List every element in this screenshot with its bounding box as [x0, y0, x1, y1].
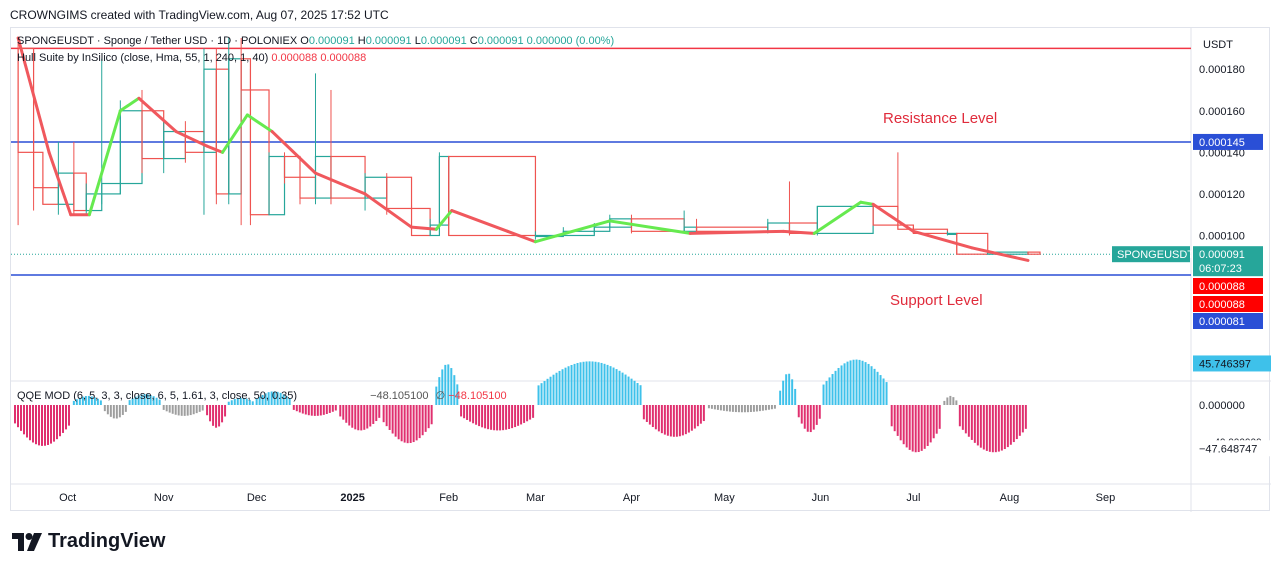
- time-axis-label: Nov: [154, 492, 174, 504]
- ohlc-open: 0.000091: [308, 35, 355, 47]
- symbol-line[interactable]: SPONGEUSDT · Sponge / Tether USD · 1D · …: [17, 35, 297, 47]
- qqe-legend[interactable]: QQE MOD (6, 5, 3, 3, close, 6, 5, 1.61, …: [17, 389, 507, 402]
- ohlc-high: 0.000091: [365, 35, 412, 47]
- time-axis-label: Feb: [439, 492, 458, 504]
- qqe-bottom-tag: −47.648747: [1199, 443, 1257, 455]
- hull-segment: [434, 209, 454, 231]
- candle-body: [816, 205, 874, 235]
- resistance-price-tag: 0.000145: [1199, 137, 1245, 149]
- qqe-zero-label: 0.000000: [1199, 400, 1245, 412]
- symbol-tag: SPONGEUSDT: [1117, 249, 1194, 261]
- hull-segment: [221, 113, 249, 154]
- candle-body: [946, 232, 958, 236]
- hull-segment: [450, 209, 510, 233]
- candle-body: [410, 207, 431, 237]
- hull-segment: [87, 109, 122, 217]
- hull-segment: [174, 130, 209, 148]
- support-annotation: Support Level: [890, 292, 983, 309]
- time-axis-label: Oct: [59, 492, 76, 504]
- chart-credit: CROWNGIMS created with TradingView.com, …: [10, 8, 389, 22]
- candle-body: [215, 68, 230, 195]
- price-tick-label: 0.000180: [1199, 64, 1245, 76]
- candle-body: [203, 68, 217, 153]
- symbol-legend[interactable]: SPONGEUSDT · Sponge / Tether USD · 1D · …: [17, 35, 614, 47]
- candle-body: [42, 187, 59, 205]
- candle-body: [119, 110, 143, 185]
- hull-segment: [137, 96, 178, 134]
- ohlc-open-label: O: [300, 35, 309, 47]
- ohlc-close: 0.000091: [477, 35, 524, 47]
- candle-body: [299, 176, 317, 199]
- candle-body: [683, 226, 698, 232]
- time-axis-label: Jun: [812, 492, 830, 504]
- tradingview-logo[interactable]: TradingView: [12, 530, 165, 553]
- price-axis-currency: USDT: [1203, 39, 1233, 51]
- time-axis-label: Aug: [1000, 492, 1020, 504]
- price-tick-label: 0.000160: [1199, 106, 1245, 118]
- tradingview-brand: TradingView: [48, 530, 166, 552]
- hull-segment: [47, 150, 73, 217]
- hull-price-tag-a: 0.000088: [1199, 281, 1245, 293]
- ohlc-low: 0.000091: [420, 35, 467, 47]
- hull-segment: [270, 130, 317, 175]
- hull-legend-title[interactable]: Hull Suite by InSilico (close, Hma, 55, …: [17, 52, 268, 64]
- qqe-legend-title[interactable]: QQE MOD (6, 5, 3, 3, close, 6, 5, 1.61, …: [17, 390, 297, 402]
- time-axis-label: May: [714, 492, 735, 504]
- qqe-legend-value-2: −48.105100: [448, 390, 507, 402]
- time-axis-label: 2025: [340, 492, 364, 504]
- ohlc-high-label: H: [357, 35, 366, 47]
- hull-legend-value-2: 0.000088: [320, 52, 367, 64]
- hull-segment: [245, 113, 274, 134]
- candle-body: [448, 155, 537, 237]
- candle-body: [32, 151, 44, 189]
- candle-body: [283, 155, 301, 178]
- candle-body: [872, 205, 899, 226]
- price-tick-label: 0.000120: [1199, 189, 1245, 201]
- hull-segment: [410, 225, 438, 231]
- time-axis-label: Jul: [906, 492, 920, 504]
- time-axis-label: Sep: [1096, 492, 1116, 504]
- ohlc-close-label: C: [469, 35, 478, 47]
- hull-legend[interactable]: Hull Suite by InSilico (close, Hma, 55, …: [17, 52, 366, 64]
- hull-segment: [506, 229, 537, 244]
- last-price-tag: 0.000091: [1199, 249, 1245, 261]
- chart-canvas[interactable]: USDT0.0001800.0001600.0001400.0001200.00…: [11, 28, 1271, 512]
- hull-legend-value-1: 0.000088: [271, 52, 318, 64]
- candle-body: [268, 155, 286, 216]
- tradingview-logo-icon: [12, 532, 42, 551]
- candle-body: [73, 172, 87, 212]
- hull-segment: [205, 144, 225, 154]
- resistance-annotation: Resistance Level: [883, 110, 998, 127]
- candle-body: [593, 226, 611, 232]
- support-price-tag: 0.000081: [1199, 316, 1245, 328]
- empty-set-icon: ∅: [435, 390, 446, 402]
- chart-frame[interactable]: USDT 0.000180 0.000160 0.000140 0.000120 0.00…: [10, 27, 1271, 512]
- qqe-legend-value-1: −48.105100: [370, 390, 429, 402]
- time-axis-label: Dec: [247, 492, 267, 504]
- hull-segment: [781, 229, 816, 235]
- hull-segment: [118, 96, 141, 113]
- hull-segment: [871, 202, 915, 233]
- candle-body: [386, 176, 413, 210]
- time-axis-label: Mar: [526, 492, 545, 504]
- time-axis-label: Apr: [623, 492, 640, 504]
- ohlc-change: 0.000000 (0.00%): [526, 35, 615, 47]
- candle-body: [1027, 251, 1041, 255]
- hull-segment: [688, 229, 785, 235]
- hull-segment: [313, 171, 367, 196]
- candle-body: [101, 182, 121, 195]
- hull-price-tag-b: 0.000088: [1199, 299, 1245, 311]
- countdown-tag: 06:07:23: [1199, 263, 1242, 275]
- hull-segment: [859, 200, 875, 206]
- price-tick-label: 0.000100: [1199, 230, 1245, 242]
- hull-segment: [363, 192, 414, 229]
- qqe-top-tag: 45.746397: [1199, 358, 1251, 370]
- candle-body: [249, 89, 270, 216]
